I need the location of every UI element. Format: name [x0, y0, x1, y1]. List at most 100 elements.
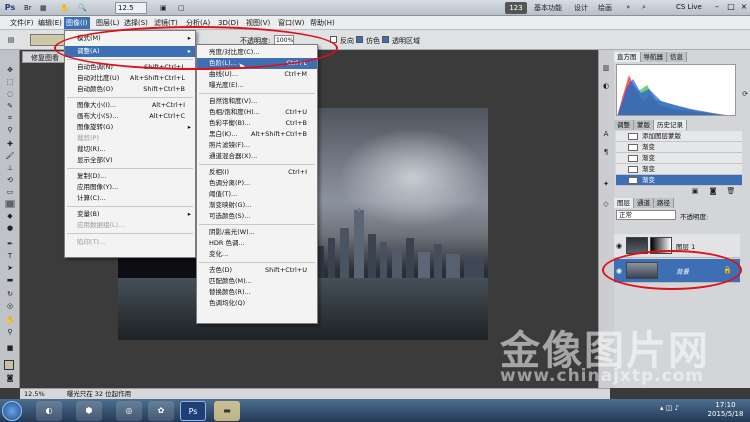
maximize-icon[interactable]: □ [724, 1, 738, 13]
image-menu-reveal-all[interactable]: 显示全部(V) [65, 155, 195, 166]
menu-file[interactable]: 文件(F) [8, 17, 36, 29]
dodge-tool-icon[interactable]: ● [5, 224, 15, 232]
pen-tool-icon[interactable]: ✒ [5, 240, 15, 248]
close-icon[interactable]: × [737, 1, 750, 13]
tab-channels[interactable]: 通道 [634, 198, 654, 208]
taskbar-folder-icon[interactable]: ▬ [214, 401, 240, 421]
workspace-badge[interactable]: 123 [505, 2, 527, 14]
panel-strip-icon-2[interactable]: ◐ [601, 82, 611, 90]
status-zoom[interactable]: 12.5% [24, 390, 45, 398]
panel-strip-icon-3[interactable]: A [601, 130, 611, 138]
adjust-threshold[interactable]: 阈值(T)... [197, 189, 317, 200]
hand-tool-icon[interactable]: ✋ [5, 316, 15, 324]
menu-window[interactable]: 窗口(W) [276, 17, 306, 29]
menu-help[interactable]: 帮助(H) [308, 17, 337, 29]
3d-orbit-tool-icon[interactable]: ◎ [5, 302, 15, 310]
arrange-documents-icon[interactable]: ▣ [160, 2, 167, 14]
taskbar-app-icon[interactable]: ◐ [36, 401, 62, 421]
history-new-doc-icon[interactable]: ▣ [690, 187, 700, 195]
history-item[interactable]: 渐变 [616, 142, 742, 153]
tray-icons[interactable]: ▴ ◫ ♪ [660, 404, 679, 412]
adjust-invert[interactable]: 反相(I) Ctrl+I [197, 167, 317, 178]
quick-mask-icon[interactable]: ◙ [5, 374, 15, 382]
quick-select-tool-icon[interactable]: ✎ [5, 102, 15, 110]
taskbar-app-icon[interactable]: ◎ [116, 401, 142, 421]
minimize-icon[interactable]: – [710, 1, 724, 13]
hand-view-icon[interactable]: ✋ [60, 2, 69, 14]
zoom-tool-icon[interactable]: ⚲ [5, 328, 15, 336]
default-colors-icon[interactable]: ■ [5, 344, 15, 352]
history-item-selected[interactable]: 渐变 [616, 175, 742, 186]
3d-rotate-tool-icon[interactable]: ↻ [5, 290, 15, 298]
menu-layer[interactable]: 图层(L) [94, 17, 121, 29]
adjust-shadows-highlights[interactable]: 阴影/高光(W)... [197, 227, 317, 238]
taskbar-app-icon[interactable]: ⬢ [76, 401, 102, 421]
zoom-view-icon[interactable]: 🔍 [78, 2, 87, 14]
panel-strip-icon-5[interactable]: ✦ [601, 180, 611, 188]
adjust-variations[interactable]: 变化... [197, 249, 317, 260]
menu-image[interactable]: 图像(I) [64, 17, 90, 29]
workspace-essentials[interactable]: 基本功能 [534, 3, 562, 13]
image-menu-variables[interactable]: 变量(B) ▸ [65, 209, 195, 220]
gradient-tool-selected-icon[interactable]: ▤ [5, 200, 15, 208]
taskbar-clock[interactable]: 17:10 2015/5/18 [703, 401, 748, 419]
gradient-tool-icon[interactable]: ▤ [6, 36, 16, 44]
tab-history[interactable]: 历史记录 [654, 120, 687, 130]
image-menu-trim[interactable]: 裁切(R)... [65, 144, 195, 155]
history-item[interactable]: 渐变 [616, 153, 742, 164]
search-icon[interactable]: ⌕ [642, 3, 646, 12]
stamp-tool-icon[interactable]: ⊥ [5, 164, 15, 172]
history-item[interactable]: 添加图层蒙版 [616, 131, 742, 142]
adjust-channel-mixer[interactable]: 通道混合器(X)... [197, 151, 317, 162]
dither-checkbox[interactable] [356, 36, 363, 43]
adjust-photo-filter[interactable]: 照片滤镜(F)... [197, 140, 317, 151]
tab-navigator[interactable]: 导航器 [640, 52, 667, 62]
adjust-selective-color[interactable]: 可选颜色(S)... [197, 211, 317, 222]
brush-tool-icon[interactable]: 🖌 [5, 152, 15, 160]
history-item[interactable]: 渐变 [616, 164, 742, 175]
adjust-posterize[interactable]: 色调分离(P)... [197, 178, 317, 189]
adjust-hdr-toning[interactable]: HDR 色调... [197, 238, 317, 249]
workspace-painting[interactable]: 绘画 [598, 3, 612, 13]
mini-bridge-icon[interactable]: ▦ [40, 2, 47, 14]
panel-strip-icon-6[interactable]: ◇ [601, 200, 611, 208]
shape-tool-icon[interactable]: ▬ [5, 276, 15, 284]
workspace-more-icon[interactable]: » [626, 3, 630, 11]
adjust-desaturate[interactable]: 去色(D) Shift+Ctrl+U [197, 265, 317, 276]
workspace-design[interactable]: 设计 [574, 3, 588, 13]
adjust-match-color[interactable]: 匹配颜色(M)... [197, 276, 317, 287]
bridge-icon[interactable]: Br [24, 2, 32, 14]
cs-live-button[interactable]: CS Live [676, 3, 702, 11]
adjust-equalize[interactable]: 色调均化(Q) [197, 298, 317, 309]
history-brush-tool-icon[interactable]: ⟲ [5, 176, 15, 184]
image-menu-image-size[interactable]: 图像大小(I)... Alt+Ctrl+I [65, 100, 195, 111]
tab-adjustments[interactable]: 调整 [614, 120, 634, 130]
image-menu-calculations[interactable]: 计算(C)... [65, 193, 195, 204]
visibility-eye-icon[interactable]: ◉ [616, 242, 624, 250]
tab-layers[interactable]: 图层 [614, 198, 634, 208]
type-tool-icon[interactable]: T [5, 252, 15, 260]
histogram-refresh-icon[interactable]: ⟳ [740, 90, 750, 98]
tab-masks[interactable]: 蒙版 [634, 120, 654, 130]
eraser-tool-icon[interactable]: ▭ [5, 188, 15, 196]
crop-tool-icon[interactable]: ⌗ [5, 114, 15, 122]
tab-histogram[interactable]: 直方图 [614, 52, 641, 62]
image-menu-auto-contrast[interactable]: 自动对比度(U) Alt+Shift+Ctrl+L [65, 73, 195, 84]
eyedropper-tool-icon[interactable]: ⚲ [5, 126, 15, 134]
move-tool-icon[interactable]: ✥ [5, 66, 15, 74]
image-menu-auto-color[interactable]: 自动颜色(O) Shift+Ctrl+B [65, 84, 195, 95]
tab-paths[interactable]: 路径 [654, 198, 674, 208]
image-menu-rotation[interactable]: 图像旋转(G) ▸ [65, 122, 195, 133]
path-select-tool-icon[interactable]: ➤ [5, 264, 15, 272]
image-menu-duplicate[interactable]: 复制(D)... [65, 171, 195, 182]
adjust-hue-saturation[interactable]: 色相/饱和度(H)... Ctrl+U [197, 107, 317, 118]
zoom-level-select[interactable]: 12.5 [115, 2, 147, 14]
history-snapshot-icon[interactable]: ◙ [708, 187, 718, 195]
history-delete-icon[interactable]: 🗑 [726, 187, 736, 195]
blend-mode-select[interactable]: 正常 [616, 210, 676, 220]
marquee-tool-icon[interactable]: ⬚ [5, 78, 15, 86]
taskbar-app-icon[interactable]: ✿ [148, 401, 174, 421]
tab-info[interactable]: 信息 [667, 52, 687, 62]
lasso-tool-icon[interactable]: ◌ [5, 90, 15, 98]
menu-edit[interactable]: 编辑(E) [36, 17, 64, 29]
